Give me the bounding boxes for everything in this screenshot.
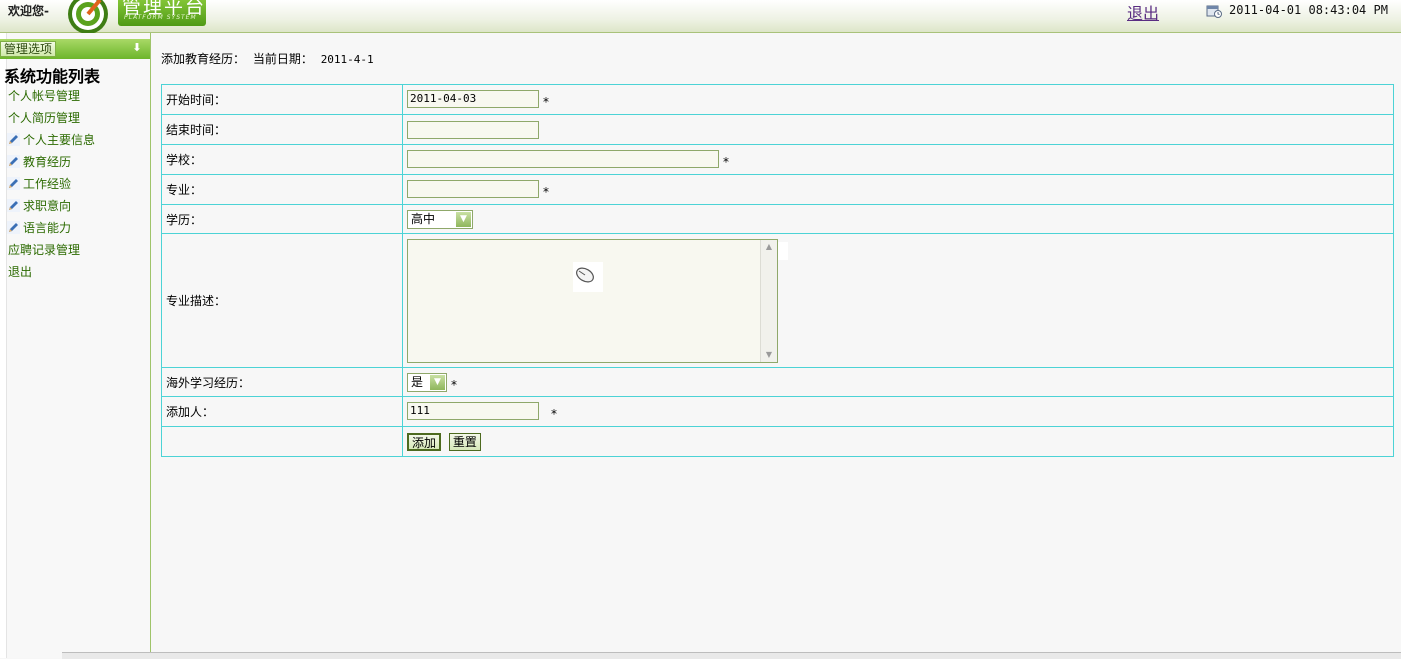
sidebar-item-label: 应聘记录管理 — [8, 243, 81, 257]
sidebar-item-label: 退出 — [8, 265, 33, 279]
sidebar-item-label: 工作经验 — [23, 177, 72, 191]
vertical-scrollbar[interactable]: ▲ ▼ — [760, 239, 777, 362]
calendar-clock-icon — [1206, 5, 1222, 18]
add-button[interactable]: 添加 — [407, 432, 442, 451]
form-row-description: 专业描述： ▲ ▼ — [161, 233, 1394, 368]
adder-label: 添加人： — [161, 396, 403, 427]
form-row-adder: 添加人： 111 * — [161, 396, 1394, 427]
pencil-icon — [7, 133, 20, 146]
page-title: 添加教育经历： — [161, 52, 246, 66]
sidebar-item-resume[interactable]: 个人简历管理 — [8, 109, 80, 126]
current-date-label: 当前日期： — [252, 52, 313, 66]
degree-label: 学历： — [161, 204, 403, 234]
form-row-degree: 学历： 高中 ▼ — [161, 204, 1394, 234]
sidebar-item-label: 教育经历 — [23, 155, 72, 169]
description-cell: ▲ ▼ — [402, 233, 1394, 368]
degree-selected-value: 高中 — [411, 211, 436, 226]
sidebar-title: 系统功能列表 — [4, 67, 101, 86]
required-mark: * — [543, 94, 549, 109]
form-row-major: 专业： * — [161, 174, 1394, 205]
reset-button[interactable]: 重置 — [448, 432, 481, 451]
description-label: 专业描述： — [161, 233, 403, 368]
education-form: 开始时间： 2011-04-03 * 结束时间： 学校： * 专业： * 学历： … — [161, 84, 1394, 457]
logout-link[interactable]: 退出 — [1127, 0, 1159, 24]
degree-cell: 高中 ▼ — [402, 204, 1394, 234]
sidebar-item-label: 个人简历管理 — [8, 111, 81, 125]
pencil-icon — [7, 177, 20, 190]
end-time-label: 结束时间： — [161, 114, 403, 145]
overseas-label: 海外学习经历： — [161, 367, 403, 397]
management-options-button[interactable]: 管理选项 — [0, 41, 57, 57]
description-textarea[interactable]: ▲ ▼ — [407, 238, 788, 363]
actions-cell: 添加 重置 — [402, 426, 1394, 457]
overseas-selected-value: 是 — [411, 374, 424, 389]
school-cell: * — [402, 144, 1394, 175]
required-mark: * — [551, 406, 557, 421]
end-time-input[interactable] — [407, 120, 539, 139]
sidebar-item-language[interactable]: 语言能力 — [7, 219, 71, 236]
form-row-actions: 添加 重置 — [161, 426, 1394, 457]
sidebar-edge — [0, 33, 7, 658]
start-time-label: 开始时间： — [161, 84, 403, 115]
sidebar-item-education[interactable]: 教育经历 — [7, 153, 71, 170]
brand-subtitle: PLATFORM SYSTEM — [124, 14, 197, 21]
welcome-text: 欢迎您- — [8, 4, 49, 18]
brand-logo: 管理平台 PLATFORM SYSTEM — [118, 0, 206, 26]
start-time-input[interactable]: 2011-04-03 — [407, 90, 539, 109]
form-row-school: 学校： * — [161, 144, 1394, 175]
start-time-cell: 2011-04-03 * — [402, 84, 1394, 115]
chevron-down-icon[interactable]: ▼ — [456, 211, 471, 227]
top-bar: 欢迎您- 管理平台 PLATFORM SYSTEM 退出 2011-04-01 … — [0, 0, 1401, 34]
current-date-value: 2011-4-1 — [320, 53, 374, 66]
sidebar: 管理选项 ⬇ 系统功能列表 个人帐号管理 个人简历管理 个人主要信息 教育经历 … — [0, 33, 151, 658]
scroll-down-icon[interactable]: ▼ — [762, 348, 776, 362]
chevron-down-icon[interactable]: ▼ — [430, 374, 445, 390]
form-row-overseas: 海外学习经历： 是 ▼ * — [161, 367, 1394, 397]
sidebar-item-label: 个人主要信息 — [23, 133, 96, 147]
school-input[interactable] — [407, 150, 719, 169]
required-mark: * — [451, 377, 457, 392]
end-time-cell — [402, 114, 1394, 145]
sidebar-item-label: 求职意向 — [23, 199, 72, 213]
required-mark: * — [723, 154, 729, 169]
form-row-end: 结束时间： — [161, 114, 1394, 145]
sidebar-item-account[interactable]: 个人帐号管理 — [8, 87, 80, 104]
required-mark: * — [543, 184, 549, 199]
logo-icon — [68, 0, 108, 34]
major-label: 专业： — [161, 174, 403, 205]
sidebar-item-job-intent[interactable]: 求职意向 — [7, 197, 71, 214]
degree-select[interactable]: 高中 ▼ — [407, 209, 473, 229]
pencil-icon — [7, 199, 20, 212]
sidebar-item-applications[interactable]: 应聘记录管理 — [8, 241, 80, 258]
empty-cell — [161, 426, 403, 457]
sidebar-item-logout[interactable]: 退出 — [8, 263, 32, 280]
overseas-select[interactable]: 是 ▼ — [407, 372, 447, 392]
adder-cell: 111 * — [402, 396, 1394, 427]
pencil-icon — [7, 221, 20, 234]
major-input[interactable] — [407, 180, 539, 199]
school-label: 学校： — [161, 144, 403, 175]
arrow-down-icon[interactable]: ⬇ — [131, 42, 143, 54]
page-heading: 添加教育经历： 当前日期： 2011-4-1 — [161, 50, 378, 67]
scroll-up-icon[interactable]: ▲ — [762, 240, 776, 254]
sidebar-item-main-info[interactable]: 个人主要信息 — [7, 131, 95, 148]
form-row-start: 开始时间： 2011-04-03 * — [161, 84, 1394, 115]
mouse-icon — [573, 261, 603, 292]
textarea-corner — [778, 241, 788, 260]
current-datetime: 2011-04-01 08:43:04 PM — [1229, 3, 1388, 17]
pencil-icon — [7, 155, 20, 168]
major-cell: * — [402, 174, 1394, 205]
sidebar-item-work[interactable]: 工作经验 — [7, 175, 71, 192]
sidebar-item-label: 个人帐号管理 — [8, 89, 81, 103]
adder-input[interactable]: 111 — [407, 402, 539, 421]
overseas-cell: 是 ▼ * — [402, 367, 1394, 397]
sidebar-item-label: 语言能力 — [23, 221, 72, 235]
sidebar-header: 管理选项 ⬇ — [0, 39, 150, 59]
